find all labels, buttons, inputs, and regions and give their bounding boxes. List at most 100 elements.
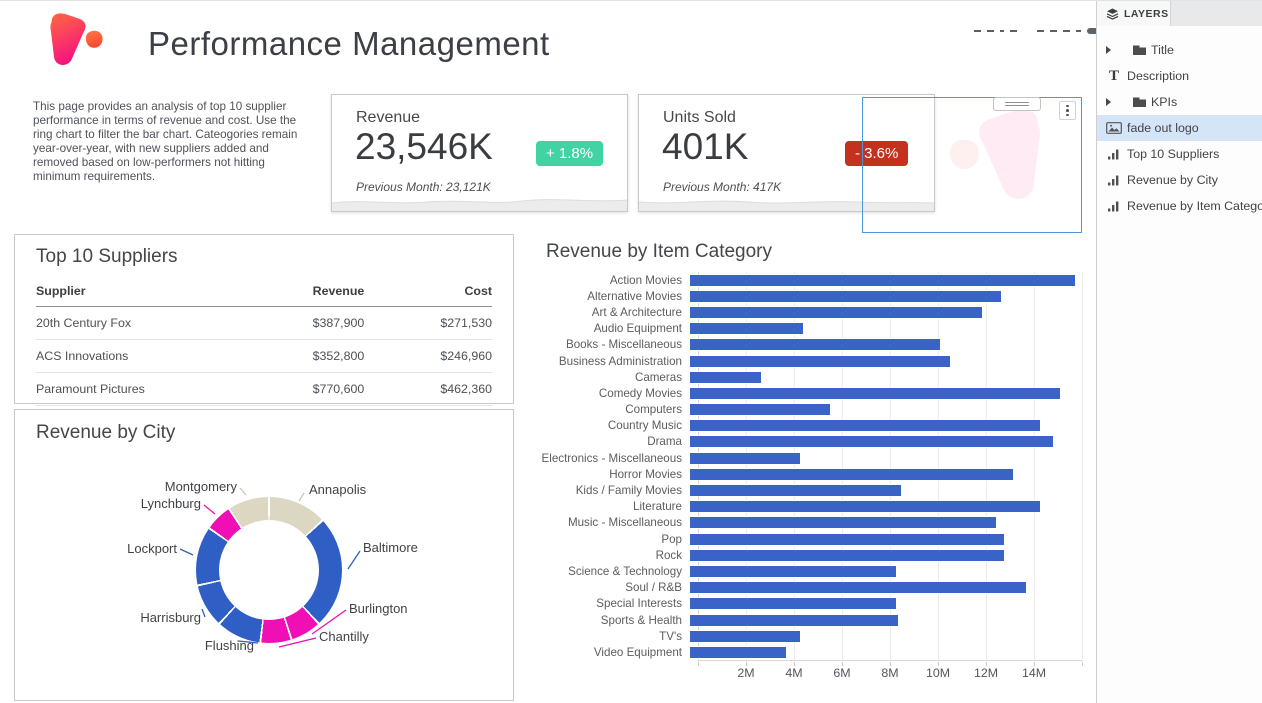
bar-row: Video Equipment xyxy=(530,644,1082,660)
layer-item-revenue-by-city[interactable]: Revenue by City xyxy=(1097,167,1262,193)
bar-row: Action Movies xyxy=(530,272,1082,288)
description-text: This page provides an analysis of top 10… xyxy=(33,100,307,183)
layer-item-kpis[interactable]: KPIs xyxy=(1097,89,1262,115)
kpi-delta-badge: + 1.8% xyxy=(536,141,603,166)
bar[interactable] xyxy=(690,631,800,642)
bar[interactable] xyxy=(690,598,896,609)
selected-widget-fade-out-logo[interactable] xyxy=(862,97,1082,233)
bar[interactable] xyxy=(690,550,1004,561)
bar[interactable] xyxy=(690,291,1001,302)
bar[interactable] xyxy=(690,501,1040,512)
bar[interactable] xyxy=(690,436,1053,447)
revenue-by-city-card[interactable]: Revenue by City AnnapolisBaltimoreBurlin… xyxy=(14,409,514,701)
table-row[interactable]: Paramount Pictures$770,600$462,360 xyxy=(36,373,492,406)
caret-right-icon[interactable] xyxy=(1106,46,1111,54)
bar[interactable] xyxy=(690,647,786,658)
chart-icon xyxy=(1105,174,1123,186)
table-row[interactable]: ACS Innovations$352,800$246,960 xyxy=(36,340,492,373)
layer-item-label: Title xyxy=(1151,43,1174,57)
bar[interactable] xyxy=(690,372,761,383)
category-label: Music - Miscellaneous xyxy=(530,516,690,529)
bar[interactable] xyxy=(690,566,896,577)
brand-logo-icon xyxy=(30,9,116,83)
x-tick-label: 12M xyxy=(974,666,998,680)
bar-row: Comedy Movies xyxy=(530,385,1082,401)
slice-label: Burlington xyxy=(349,601,408,616)
layers-list: Title T Description KPIs fade out logoTop 10… xyxy=(1097,26,1262,219)
slice-label: Montgomery xyxy=(165,479,237,494)
bar[interactable] xyxy=(690,534,1004,545)
suppliers-table: SupplierRevenueCost 20th Century Fox$387… xyxy=(36,277,492,406)
bar-track xyxy=(690,388,1082,399)
caret-right-icon[interactable] xyxy=(1106,98,1111,106)
bar[interactable] xyxy=(690,356,950,367)
bar-row: TV's xyxy=(530,628,1082,644)
kebab-menu-button[interactable] xyxy=(1059,101,1076,120)
bar-track xyxy=(690,517,1082,528)
revenue-by-item-category-chart[interactable]: Revenue by Item Category Action MoviesAl… xyxy=(530,236,1090,698)
bar[interactable] xyxy=(690,469,1013,480)
bar-row: Soul / R&B xyxy=(530,580,1082,596)
layer-item-top-10-suppliers[interactable]: Top 10 Suppliers xyxy=(1097,141,1262,167)
category-label: Computers xyxy=(530,403,690,416)
layer-item-label: Revenue by Item Catego xyxy=(1127,199,1262,213)
app-window: Performance Management This page provide… xyxy=(0,0,1262,703)
bar[interactable] xyxy=(690,420,1040,431)
bar[interactable] xyxy=(690,388,1060,399)
layer-item-title[interactable]: Title xyxy=(1097,37,1262,63)
drag-handle[interactable] xyxy=(993,97,1041,111)
bar-row: Music - Miscellaneous xyxy=(530,515,1082,531)
bar-track xyxy=(690,404,1082,415)
bar-row: Cameras xyxy=(530,369,1082,385)
layer-item-label: KPIs xyxy=(1151,95,1177,109)
bar[interactable] xyxy=(690,275,1075,286)
bar-track xyxy=(690,372,1082,383)
bar-row: Drama xyxy=(530,434,1082,450)
category-label: Electronics - Miscellaneous xyxy=(530,452,690,465)
tab-layers[interactable]: LAYERS xyxy=(1097,1,1171,26)
bar[interactable] xyxy=(690,307,982,318)
x-tick-label: 8M xyxy=(881,666,898,680)
layer-item-label: Description xyxy=(1127,69,1189,83)
category-label: Video Equipment xyxy=(530,646,690,659)
bar[interactable] xyxy=(690,582,1026,593)
category-label: Business Administration xyxy=(530,355,690,368)
top-10-suppliers-card[interactable]: Top 10 Suppliers SupplierRevenueCost 20t… xyxy=(14,234,514,404)
slice-label: Chantilly xyxy=(319,629,369,644)
layer-item-description[interactable]: T Description xyxy=(1097,63,1262,89)
chart-icon xyxy=(1105,148,1123,160)
bar-row: Art & Architecture xyxy=(530,304,1082,320)
bar-track xyxy=(690,469,1082,480)
bar[interactable] xyxy=(690,404,830,415)
layer-item-label: Revenue by City xyxy=(1127,173,1218,187)
bar[interactable] xyxy=(690,323,803,334)
x-tick-label: 14M xyxy=(1022,666,1046,680)
layer-item-revenue-by-item-catego[interactable]: Revenue by Item Catego xyxy=(1097,193,1262,219)
bar-row: Science & Technology xyxy=(530,563,1082,579)
category-label: Books - Miscellaneous xyxy=(530,338,690,351)
category-label: Literature xyxy=(530,500,690,513)
bar-track xyxy=(690,534,1082,545)
slice-label: Lynchburg xyxy=(141,496,201,511)
category-label: Kids / Family Movies xyxy=(530,484,690,497)
bar[interactable] xyxy=(690,453,800,464)
tab-layers-label: LAYERS xyxy=(1124,8,1169,20)
bar-row: Country Music xyxy=(530,418,1082,434)
layer-item-fade-out-logo[interactable]: fade out logo xyxy=(1097,115,1262,141)
bar[interactable] xyxy=(690,339,940,350)
bar[interactable] xyxy=(690,517,996,528)
bar-track xyxy=(690,485,1082,496)
ring-chart[interactable] xyxy=(196,497,342,643)
kpi-card-revenue[interactable]: Revenue 23,546K + 1.8% Previous Month: 2… xyxy=(331,94,628,212)
table-row[interactable]: 20th Century Fox$387,900$271,530 xyxy=(36,307,492,340)
dashboard-canvas[interactable]: Performance Management This page provide… xyxy=(0,1,1096,703)
text-icon: T xyxy=(1105,68,1123,85)
bar[interactable] xyxy=(690,615,898,626)
bar[interactable] xyxy=(690,485,901,496)
x-tick-label: 2M xyxy=(737,666,754,680)
category-label: Comedy Movies xyxy=(530,387,690,400)
bar-track xyxy=(690,323,1082,334)
sparkline xyxy=(332,191,627,211)
bar-track xyxy=(690,582,1082,593)
bar-track xyxy=(690,420,1082,431)
